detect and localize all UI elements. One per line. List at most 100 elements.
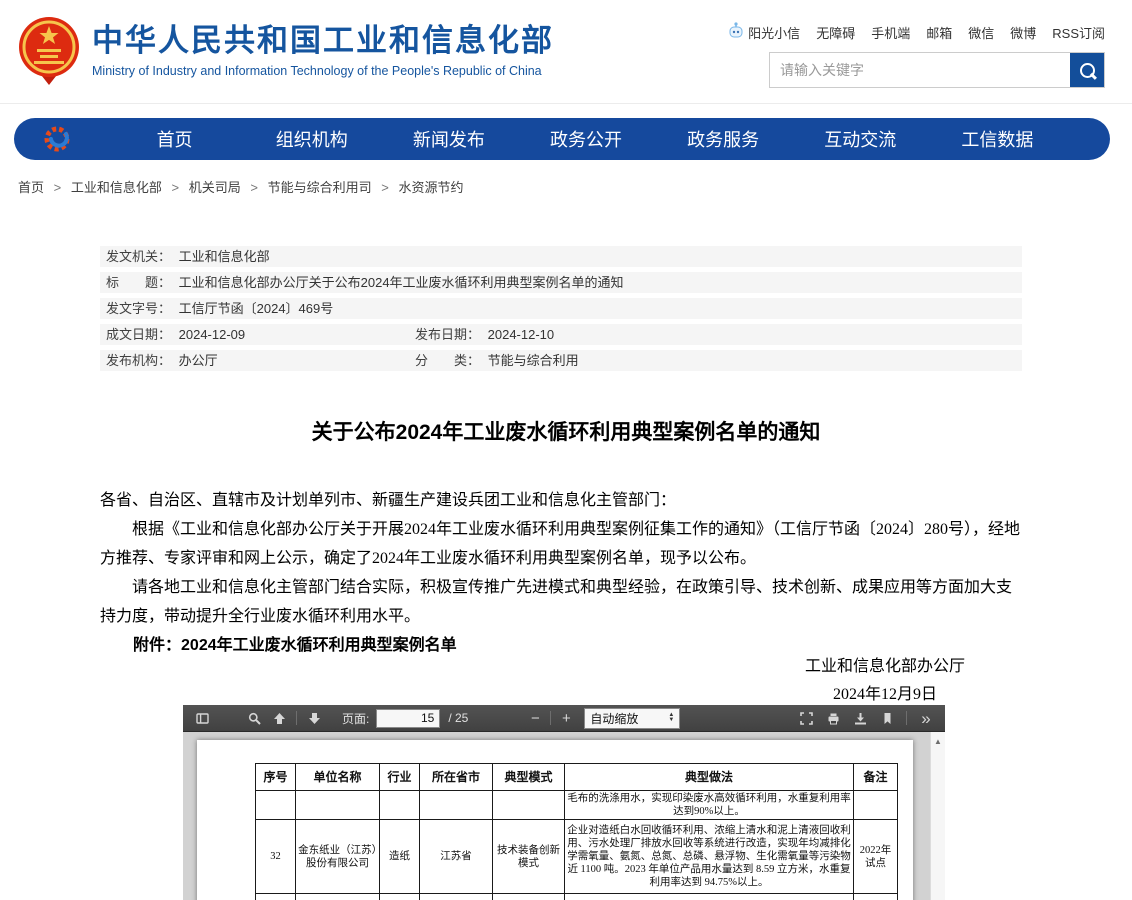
pdf-page: 序号 单位名称 行业 所在省市 典型模式 典型做法 备注 (197, 740, 913, 900)
cell-name (296, 894, 380, 900)
table-row (256, 894, 898, 900)
print-icon[interactable] (822, 707, 844, 729)
select-spinner-icon: ▲▼ (668, 713, 674, 723)
nav-item-gov-disclosure[interactable]: 政务公开 (517, 126, 654, 152)
quick-link-label: 阳光小信 (748, 23, 800, 42)
zoom-in-icon[interactable]: + (557, 710, 575, 727)
bookmark-icon[interactable] (876, 707, 898, 729)
quick-link-mail[interactable]: 邮箱 (926, 23, 952, 42)
meta-row-doc-number: 发文字号： 工信厅节函〔2024〕469号 (100, 298, 1022, 319)
meta-value: 工信厅节函〔2024〕469号 (179, 301, 334, 316)
pdf-viewer: 页面: / 25 − + 自动缩放 ▲▼ (183, 705, 945, 900)
more-tools-icon[interactable]: » (915, 707, 937, 729)
attachment-link[interactable]: 2024年工业废水循环利用典型案例名单 (181, 637, 457, 654)
main-nav: 首页 组织机构 新闻发布 政务公开 政务服务 互动交流 工信数据 (14, 118, 1110, 160)
article-salutation: 各省、自治区、直辖市及计划单列市、新疆生产建设兵团工业和信息化主管部门： (100, 486, 1022, 515)
search-button[interactable] (1070, 53, 1104, 87)
site-header: 中华人民共和国工业和信息化部 Ministry of Industry and … (0, 0, 1132, 104)
quick-link-rss[interactable]: RSS订阅 (1052, 23, 1105, 42)
miit-gear-icon (14, 123, 106, 155)
breadcrumb-separator: > (172, 180, 180, 195)
page: 中华人民共和国工业和信息化部 Ministry of Industry and … (0, 0, 1132, 900)
article-body: 各省、自治区、直辖市及计划单列市、新疆生产建设兵团工业和信息化主管部门： 根据《… (100, 486, 1022, 631)
cell-seq (256, 894, 296, 900)
cell-industry (380, 894, 420, 900)
quick-link-weibo[interactable]: 微博 (1010, 23, 1036, 42)
toolbar-divider (550, 711, 551, 725)
nav-item-home[interactable]: 首页 (106, 126, 243, 152)
zoom-select-value: 自动缩放 (590, 710, 638, 727)
signature-block: 工业和信息化部办公厅 2024年12月9日 (805, 653, 965, 709)
zoom-select[interactable]: 自动缩放 ▲▼ (584, 708, 680, 729)
meta-label: 标 题： (106, 275, 171, 290)
page-number-label: 页面: (342, 710, 369, 727)
breadcrumb-water-saving[interactable]: 水资源节约 (398, 180, 463, 195)
signature-org: 工业和信息化部办公厅 (805, 653, 965, 681)
quick-link-mobile[interactable]: 手机端 (871, 23, 910, 42)
article-paragraph: 请各地工业和信息化主管部门结合实际，积极宣传推广先进模式和典型经验，在政策引导、… (100, 573, 1022, 631)
nav-item-data[interactable]: 工信数据 (929, 126, 1066, 152)
nav-item-interaction[interactable]: 互动交流 (792, 126, 929, 152)
page-number-input[interactable] (376, 709, 440, 728)
col-header-note: 备注 (854, 764, 898, 791)
cell-note: 2022年试点 (854, 820, 898, 894)
cell-practice: 毛布的洗涤用水，实现印染废水高效循环利用，水重复利用率达到90%以上。 (565, 791, 854, 820)
robot-icon (728, 22, 744, 42)
meta-value: 工业和信息化部办公厅关于公布2024年工业废水循环利用典型案例名单的通知 (179, 275, 624, 290)
breadcrumb-home[interactable]: 首页 (18, 180, 44, 195)
toolbar-divider (296, 711, 297, 725)
breadcrumb-miit[interactable]: 工业和信息化部 (71, 180, 162, 195)
download-icon[interactable] (849, 707, 871, 729)
site-logo[interactable]: 中华人民共和国工业和信息化部 Ministry of Industry and … (18, 15, 554, 85)
site-title: 中华人民共和国工业和信息化部 (92, 23, 554, 59)
meta-value: 工业和信息化部 (179, 249, 270, 264)
pdf-content-area: 序号 单位名称 行业 所在省市 典型模式 典型做法 备注 (183, 732, 945, 900)
meta-label: 分 类： (415, 353, 480, 368)
site-titles: 中华人民共和国工业和信息化部 Ministry of Industry and … (92, 23, 554, 78)
zoom-out-icon[interactable]: − (526, 710, 544, 727)
page-down-icon[interactable] (303, 707, 325, 729)
quick-link-accessibility[interactable]: 无障碍 (816, 23, 855, 42)
nav-item-gov-services[interactable]: 政务服务 (655, 126, 792, 152)
cell-seq: 32 (256, 820, 296, 894)
national-emblem-icon (18, 15, 80, 85)
meta-value: 办公厅 (179, 353, 218, 368)
breadcrumb-energy-dept[interactable]: 节能与综合利用司 (268, 180, 372, 195)
cell-province (420, 894, 493, 900)
pdf-scrollbar[interactable]: ▲ (930, 732, 945, 900)
col-header-model: 典型模式 (493, 764, 565, 791)
quick-link-sunshine[interactable]: 阳光小信 (728, 22, 800, 42)
page-up-icon[interactable] (268, 707, 290, 729)
page-total-label: / 25 (448, 711, 468, 725)
col-header-province: 所在省市 (420, 764, 493, 791)
scroll-up-icon[interactable]: ▲ (931, 737, 945, 746)
presentation-mode-icon[interactable] (795, 707, 817, 729)
pdf-toolbar-left: 页面: / 25 (191, 707, 468, 729)
article-paragraph: 根据《工业和信息化部办公厅关于开展2024年工业废水循环利用典型案例征集工作的通… (100, 515, 1022, 573)
cell-seq (256, 791, 296, 820)
sidebar-toggle-icon[interactable] (191, 707, 213, 729)
col-header-name: 单位名称 (296, 764, 380, 791)
cell-industry: 造纸 (380, 820, 420, 894)
meta-value: 2024-12-10 (488, 327, 555, 342)
site-subtitle: Ministry of Industry and Information Tec… (92, 64, 554, 78)
meta-row-dates: 成文日期： 2024-12-09 发布日期： 2024-12-10 (100, 324, 1022, 345)
cell-model (493, 791, 565, 820)
meta-pair-category: 分 类： 节能与综合利用 (415, 350, 579, 371)
cell-practice: 企业对造纸白水回收循环利用、浓缩上清水和泥上清液回收利用、污水处理厂排放水回收等… (565, 820, 854, 894)
breadcrumb: 首页 > 工业和信息化部 > 机关司局 > 节能与综合利用司 > 水资源节约 (18, 177, 463, 196)
more-tools-glyph: » (921, 710, 930, 727)
meta-label: 发布日期： (415, 327, 480, 342)
nav-item-news[interactable]: 新闻发布 (380, 126, 517, 152)
cell-note (854, 791, 898, 820)
pdf-toolbar: 页面: / 25 − + 自动缩放 ▲▼ (183, 705, 945, 732)
search-icon (1080, 63, 1095, 78)
find-icon[interactable] (243, 707, 265, 729)
breadcrumb-separator: > (381, 180, 389, 195)
quick-link-wechat[interactable]: 微信 (968, 23, 994, 42)
nav-item-organization[interactable]: 组织机构 (243, 126, 380, 152)
search-input[interactable] (770, 53, 1070, 87)
breadcrumb-departments[interactable]: 机关司局 (189, 180, 241, 195)
meta-value: 2024-12-09 (179, 327, 246, 342)
toolbar-divider (906, 711, 907, 725)
